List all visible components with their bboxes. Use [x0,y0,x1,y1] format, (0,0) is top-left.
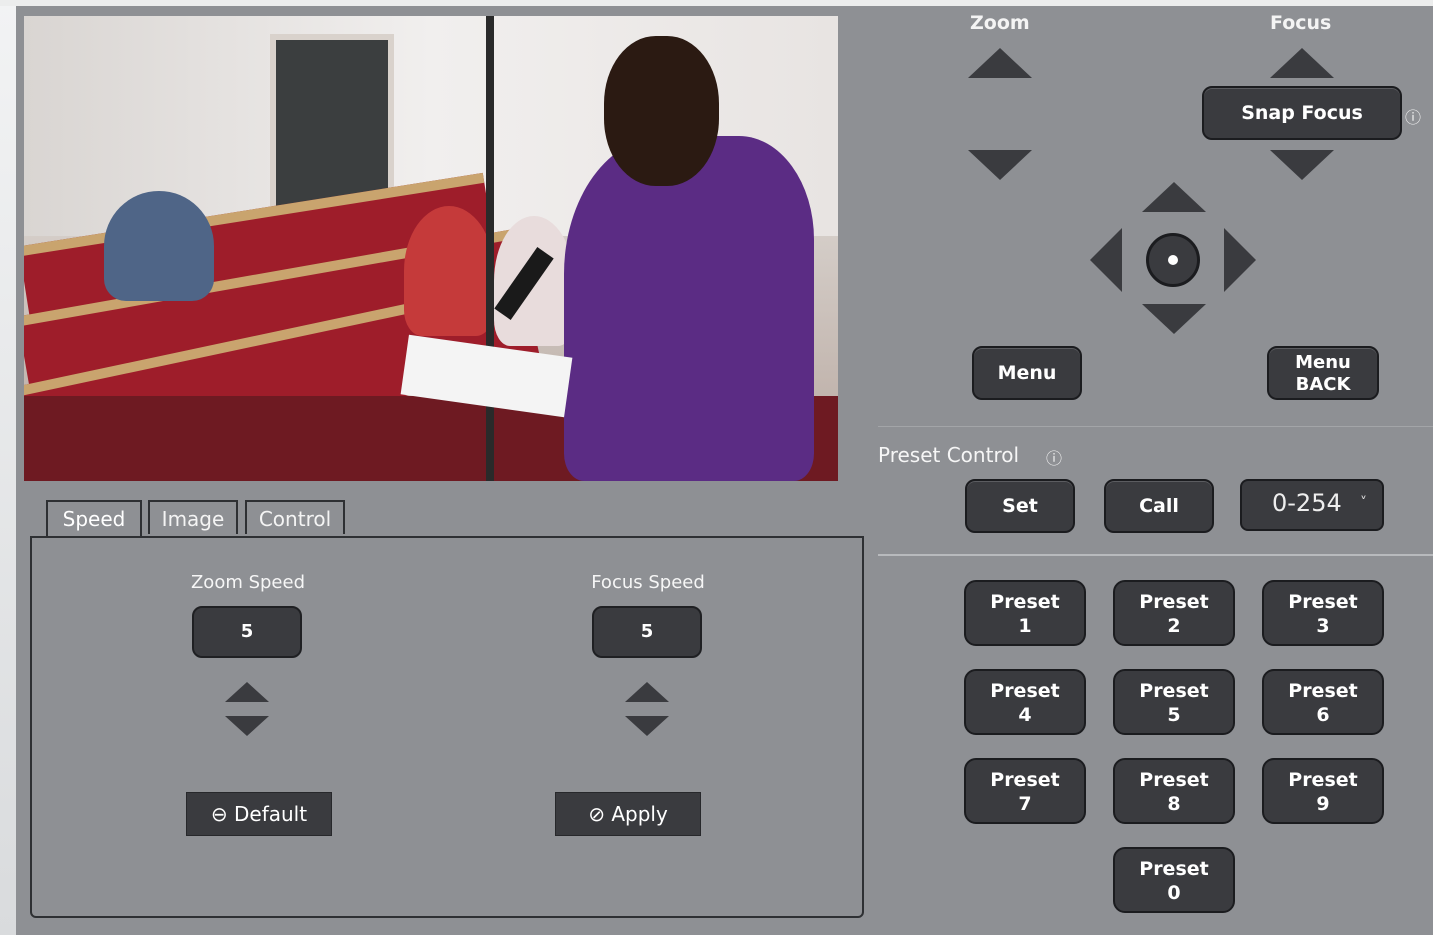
preset-number: 5 [1167,704,1181,726]
focus-speed-value[interactable]: 5 [592,606,702,658]
divider [878,426,1433,427]
preset-number: 3 [1316,615,1330,637]
default-button[interactable]: ⊖ Default [186,792,332,836]
preset-label: Preset [990,680,1060,702]
preset-button-6[interactable]: Preset 6 [1262,669,1384,735]
home-icon [1168,255,1178,265]
preset-button-2[interactable]: Preset 2 [1113,580,1235,646]
zoom-speed-label: Zoom Speed [190,572,306,593]
focus-speed-label: Focus Speed [591,572,705,593]
preset-label: Preset [990,769,1060,791]
pan-right-icon[interactable] [1224,228,1256,292]
preview-person [404,206,494,336]
zoom-in-icon[interactable] [968,48,1032,78]
preset-button-0[interactable]: Preset 0 [1113,847,1235,913]
preset-number-value: 0-254 [1272,489,1342,517]
menu-back-line2: BACK [1295,374,1351,395]
preview-speaker-head [604,36,719,186]
divider [878,554,1433,556]
window-edge [0,0,16,935]
preset-control-title: Preset Control [878,443,1020,467]
preset-number: 8 [1167,793,1181,815]
zoom-title: Zoom [970,12,1030,34]
preset-button-9[interactable]: Preset 9 [1262,758,1384,824]
preset-label: Preset [1288,680,1358,702]
preset-button-3[interactable]: Preset 3 [1262,580,1384,646]
preset-number: 7 [1018,793,1032,815]
preset-label: Preset [1139,591,1209,613]
preset-label: Preset [990,591,1060,613]
menu-back-button[interactable]: Menu BACK [1267,346,1379,400]
preset-button-4[interactable]: Preset 4 [964,669,1086,735]
preset-button-1[interactable]: Preset 1 [964,580,1086,646]
focus-speed-up-icon[interactable] [625,682,669,702]
preset-label: Preset [1288,591,1358,613]
zoom-speed-down-icon[interactable] [225,716,269,736]
menu-button[interactable]: Menu [972,346,1082,400]
preset-number: 2 [1167,615,1181,637]
tilt-up-icon[interactable] [1142,182,1206,212]
tilt-down-icon[interactable] [1142,304,1206,334]
preset-label: Preset [1139,680,1209,702]
preset-call-button[interactable]: Call [1104,479,1214,533]
tab-control[interactable]: Control [245,500,345,534]
focus-far-icon[interactable] [1270,150,1334,180]
snap-focus-info-icon[interactable]: ⓘ [1405,104,1421,128]
preset-number-select[interactable]: 0-254 ˅ [1240,479,1384,531]
preview-speaker [564,136,814,481]
preset-label: Preset [1139,769,1209,791]
preset-number: 0 [1167,882,1181,904]
tab-image[interactable]: Image [148,500,238,534]
speed-tab-panel [30,536,864,918]
preview-person [104,191,214,301]
preset-button-7[interactable]: Preset 7 [964,758,1086,824]
preset-number: 6 [1316,704,1330,726]
preset-label: Preset [1139,858,1209,880]
preset-button-5[interactable]: Preset 5 [1113,669,1235,735]
snap-focus-button[interactable]: Snap Focus [1202,86,1402,140]
preview-mic-stand [486,16,494,481]
home-button[interactable] [1146,233,1200,287]
camera-preview[interactable] [24,16,838,481]
preset-control-info-icon[interactable]: ⓘ [1046,445,1062,469]
focus-title: Focus [1270,12,1332,34]
menu-back-line1: Menu [1295,352,1351,373]
apply-button[interactable]: ⊘ Apply [555,792,701,836]
zoom-speed-value[interactable]: 5 [192,606,302,658]
focus-speed-down-icon[interactable] [625,716,669,736]
zoom-speed-up-icon[interactable] [225,682,269,702]
preset-number: 1 [1018,615,1032,637]
zoom-out-icon[interactable] [968,150,1032,180]
pan-left-icon[interactable] [1090,228,1122,292]
preset-button-8[interactable]: Preset 8 [1113,758,1235,824]
focus-near-icon[interactable] [1270,48,1334,78]
chevron-down-icon: ˅ [1360,495,1367,511]
preset-label: Preset [1288,769,1358,791]
preset-number: 9 [1316,793,1330,815]
preset-number: 4 [1018,704,1032,726]
preset-set-button[interactable]: Set [965,479,1075,533]
tab-speed[interactable]: Speed [46,500,142,538]
